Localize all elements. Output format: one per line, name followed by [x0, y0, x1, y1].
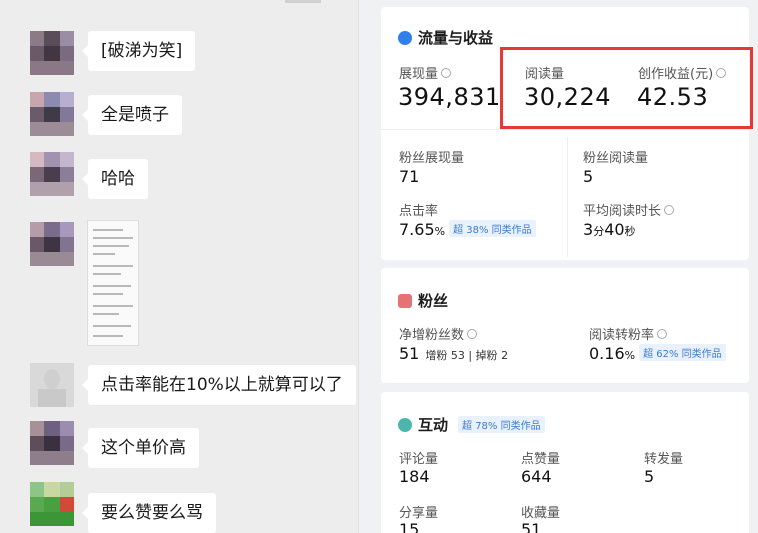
- avatar[interactable]: [30, 421, 74, 465]
- fan-reads-value: 5: [583, 167, 594, 186]
- reposts-value: 5: [644, 467, 655, 486]
- chat-message: [30, 92, 74, 136]
- avatar[interactable]: [30, 152, 74, 196]
- scroll-indicator: [285, 0, 321, 3]
- chat-bubble[interactable]: [破涕为笑]: [81, 31, 196, 71]
- favorites-label: 收藏量: [521, 506, 561, 521]
- conversion-value: 0.16% 超 62% 同类作品: [589, 344, 726, 363]
- image-thumbnail[interactable]: [87, 220, 139, 346]
- avatar[interactable]: [30, 482, 74, 526]
- chat-bubble-icon: [398, 417, 412, 432]
- user-icon: [398, 293, 412, 308]
- lightning-icon: [398, 30, 412, 45]
- comments-label: 评论量: [399, 452, 439, 467]
- net-fans-value: 51 增粉 53 | 掉粉 2: [399, 344, 509, 363]
- fan-impressions-value: 71: [399, 167, 420, 186]
- interaction-card: 互动 超 78% 同类作品 评论量 184 点赞量 644 转发量 5 分享量 …: [381, 392, 749, 533]
- traffic-title-text: 流量与收益: [418, 29, 494, 47]
- ctr-value: 7.65% 超 38% 同类作品: [399, 220, 536, 239]
- chat-message: [30, 421, 74, 465]
- likes-label: 点赞量: [521, 452, 561, 467]
- net-fans-label: 净增粉丝数: [399, 324, 478, 343]
- comments-value: 184: [399, 467, 430, 486]
- divider: [567, 137, 568, 257]
- chat-message: [30, 482, 74, 526]
- reposts-label: 转发量: [644, 452, 684, 467]
- info-icon[interactable]: [657, 329, 668, 339]
- avatar[interactable]: [30, 31, 74, 75]
- fan-impressions-label: 粉丝展现量: [399, 151, 465, 166]
- impressions-label: 展现量: [399, 63, 452, 82]
- interaction-badge: 超 78% 同类作品: [458, 416, 545, 433]
- conversion-badge: 超 62% 同类作品: [639, 344, 726, 361]
- info-icon[interactable]: [441, 68, 452, 78]
- avatar[interactable]: [30, 92, 74, 136]
- avg-time-value: 3分40秒: [583, 220, 636, 239]
- traffic-card: 流量与收益 展现量 394,831 阅读量 30,224 创作收益(元) 42.…: [381, 7, 749, 260]
- chat-pane: [破涕为笑] 全是喷子 哈哈 点击率能在10%以上就算可以了 这个单价高 要么赞…: [0, 0, 358, 533]
- chat-message: [30, 363, 74, 407]
- shares-label: 分享量: [399, 506, 439, 521]
- chat-message: [30, 152, 74, 196]
- chat-message: [30, 222, 74, 266]
- interaction-title-text: 互动: [418, 416, 449, 434]
- chat-bubble[interactable]: 这个单价高: [82, 428, 199, 468]
- conversion-label: 阅读转粉率: [589, 324, 668, 343]
- avatar[interactable]: [30, 222, 74, 266]
- chat-message: [30, 31, 74, 75]
- chat-bubble[interactable]: 点击率能在10%以上就算可以了: [82, 365, 356, 405]
- highlight-box: [500, 47, 753, 129]
- info-icon[interactable]: [467, 329, 478, 339]
- likes-value: 644: [521, 467, 552, 486]
- avg-time-label: 平均阅读时长: [583, 200, 675, 219]
- traffic-title: 流量与收益: [398, 27, 493, 48]
- fans-card: 粉丝 净增粉丝数 51 增粉 53 | 掉粉 2 阅读转粉率 0.16% 超 62%…: [381, 268, 749, 383]
- info-icon[interactable]: [664, 205, 675, 215]
- impressions-value: 394,831: [398, 83, 501, 111]
- chat-bubble[interactable]: 全是喷子: [82, 95, 182, 135]
- interaction-title: 互动 超 78% 同类作品: [398, 414, 545, 435]
- fans-title: 粉丝: [398, 290, 448, 311]
- chat-bubble[interactable]: 要么赞要么骂: [82, 493, 216, 533]
- shares-value: 15: [399, 520, 420, 533]
- avatar[interactable]: [30, 363, 74, 407]
- fans-title-text: 粉丝: [418, 292, 449, 310]
- ctr-label: 点击率: [399, 204, 439, 219]
- ctr-badge: 超 38% 同类作品: [449, 220, 536, 237]
- fan-reads-label: 粉丝阅读量: [583, 151, 649, 166]
- divider: [381, 129, 749, 130]
- favorites-value: 51: [521, 520, 542, 533]
- chat-bubble[interactable]: 哈哈: [82, 159, 148, 199]
